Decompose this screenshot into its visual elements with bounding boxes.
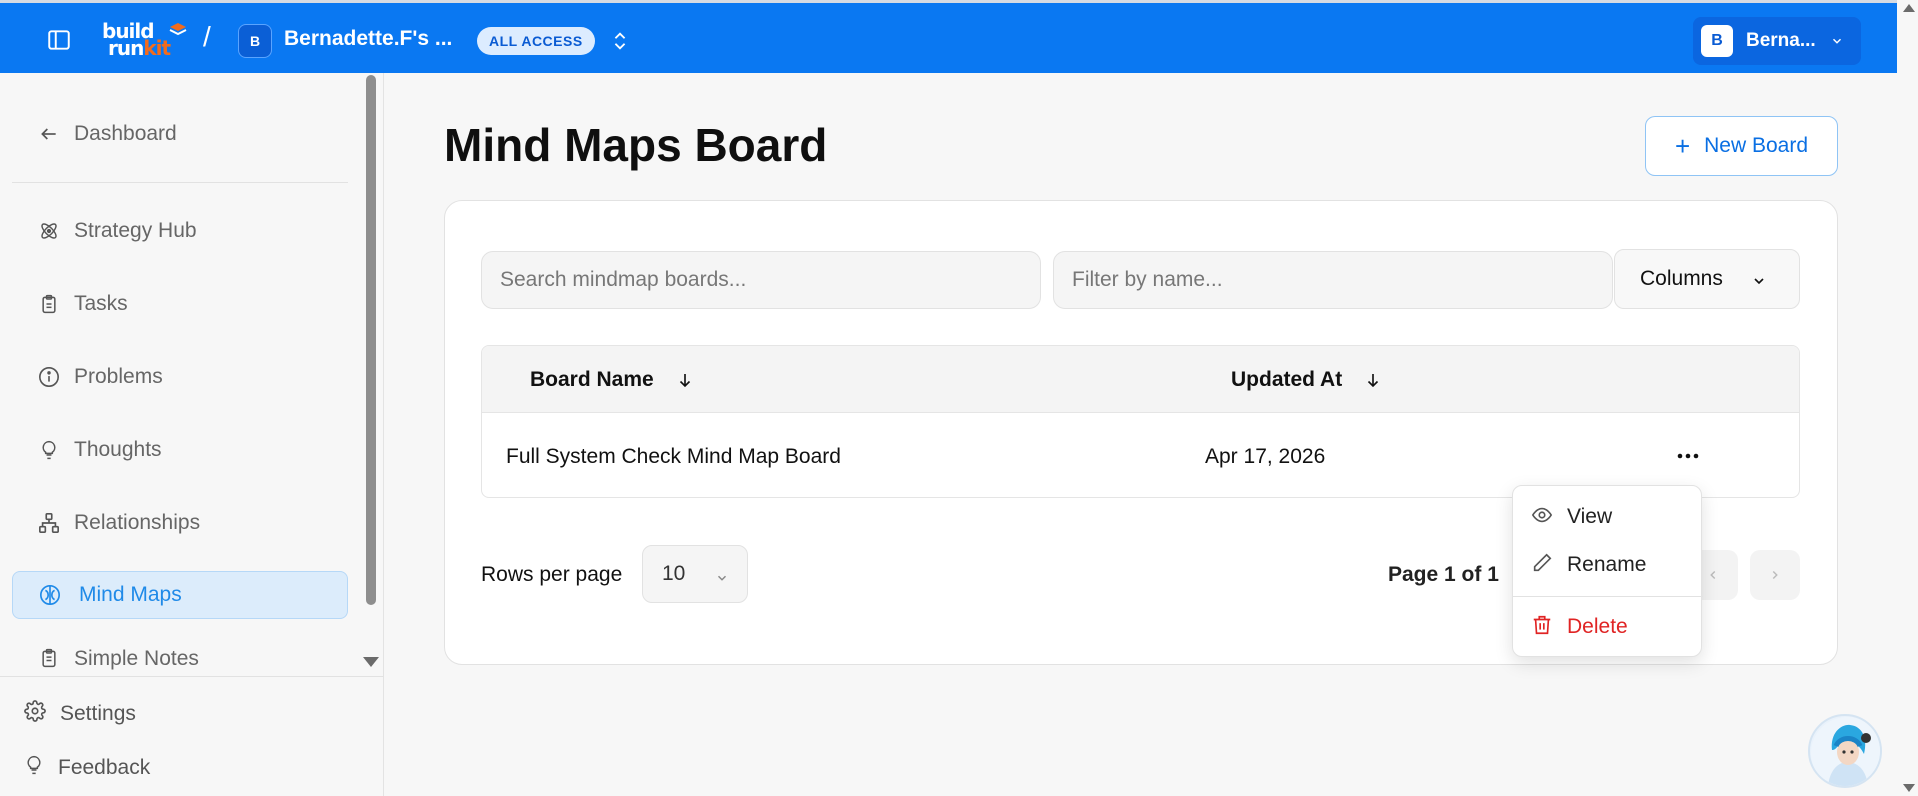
atom-icon [38, 220, 60, 242]
workspace-name[interactable]: Bernadette.F's ... [284, 27, 452, 51]
updated-at-cell: Apr 17, 2026 [1205, 445, 1326, 468]
arrow-left-icon [38, 123, 60, 145]
scroll-down-arrow-icon[interactable] [363, 657, 379, 667]
sidebar-item-label: Dashboard [74, 122, 177, 145]
buildrunkit-logo[interactable]: build runkit [102, 21, 188, 63]
filter-input[interactable] [1053, 251, 1613, 309]
sidebar-item-label: Relationships [74, 511, 201, 534]
scroll-down-arrow-icon[interactable] [1903, 784, 1915, 792]
sort-arrow-down-icon[interactable] [676, 370, 694, 390]
column-header-board-name[interactable]: Board Name [530, 368, 694, 392]
sidebar-settings[interactable]: Settings [24, 700, 136, 727]
sidebar-item-label: Thoughts [74, 438, 162, 461]
chevron-down-icon [1830, 34, 1844, 48]
feedback-label: Feedback [58, 755, 151, 779]
sidebar-item-label: Simple Notes [74, 647, 199, 670]
sidebar-item-label: Problems [74, 365, 163, 388]
new-board-button[interactable]: + New Board [1645, 116, 1838, 176]
sidebar-scrollbar-thumb[interactable] [366, 75, 376, 605]
top-navigation-bar: build runkit / B Bernadette.F's ... ALL … [0, 0, 1897, 73]
sidebar-feedback[interactable]: Feedback [24, 754, 150, 781]
lightbulb-icon [38, 439, 60, 461]
search-input[interactable] [481, 251, 1041, 309]
column-header-updated-at[interactable]: Updated At [1231, 368, 1382, 392]
gear-icon [24, 700, 46, 727]
rows-per-page-select[interactable]: 10 [642, 545, 748, 603]
new-board-label: New Board [1704, 134, 1809, 157]
page-info: Page 1 of 1 [1388, 563, 1499, 586]
chevron-down-icon [715, 567, 729, 581]
rows-per-page-value: 10 [662, 562, 686, 585]
row-actions-menu: View Rename Delete [1512, 485, 1703, 657]
columns-button[interactable]: Columns [1614, 249, 1800, 309]
sort-arrow-down-icon[interactable] [1364, 370, 1382, 390]
sidebar-item-dashboard[interactable]: Dashboard [12, 110, 348, 158]
sidebar-toggle-icon[interactable] [46, 27, 72, 53]
trash-icon [1531, 614, 1553, 641]
brain-icon [39, 584, 61, 606]
menu-item-delete[interactable]: Delete [1513, 604, 1703, 650]
row-actions-ellipsis-icon[interactable] [1669, 437, 1707, 475]
menu-item-rename[interactable]: Rename [1513, 542, 1703, 588]
columns-label: Columns [1640, 267, 1723, 290]
board-name-cell[interactable]: Full System Check Mind Map Board [506, 445, 841, 469]
sidebar-item-problems[interactable]: Problems [12, 353, 348, 401]
sidebar-divider [12, 182, 348, 183]
next-page-button[interactable] [1750, 550, 1800, 600]
rows-per-page-label: Rows per page [481, 563, 623, 586]
menu-separator [1513, 596, 1703, 597]
clipboard-icon [38, 293, 60, 315]
boards-table: Board Name Updated At Full System Check … [481, 345, 1800, 498]
sidebar-item-label: Strategy Hub [74, 219, 197, 242]
sidebar-item-mind-maps[interactable]: Mind Maps [12, 571, 348, 619]
settings-label: Settings [60, 701, 136, 725]
sidebar-item-strategy-hub[interactable]: Strategy Hub [12, 207, 348, 255]
assistant-avatar[interactable] [1808, 714, 1882, 788]
eye-icon [1531, 504, 1553, 531]
user-avatar: B [1701, 25, 1733, 57]
chevron-down-icon [1751, 271, 1767, 287]
sidebar-item-tasks[interactable]: Tasks [12, 280, 348, 328]
network-icon [38, 512, 60, 534]
sidebar-item-relationships[interactable]: Relationships [12, 499, 348, 547]
info-icon [38, 366, 60, 388]
menu-item-view[interactable]: View [1513, 494, 1703, 540]
lightbulb-icon [24, 754, 44, 781]
window-scrollbar[interactable] [1897, 0, 1918, 796]
page-title: Mind Maps Board [444, 119, 828, 171]
sidebar-item-label: Mind Maps [79, 583, 182, 606]
notes-icon [38, 647, 60, 669]
user-name: Berna... [1746, 30, 1816, 51]
workspace-switch-chevrons-icon[interactable] [609, 29, 631, 53]
pencil-icon [1531, 552, 1553, 579]
user-menu-button[interactable]: B Berna... [1693, 17, 1861, 65]
plus-icon: + [1674, 131, 1691, 161]
sidebar-item-simple-notes[interactable]: Simple Notes [12, 643, 348, 673]
sidebar-item-thoughts[interactable]: Thoughts [12, 426, 348, 474]
workspace-avatar[interactable]: B [238, 24, 272, 58]
access-badge: ALL ACCESS [477, 27, 595, 55]
sidebar-item-label: Tasks [74, 292, 128, 315]
sidebar-footer-divider [0, 676, 384, 677]
breadcrumb-separator: / [203, 21, 211, 52]
scroll-up-arrow-icon[interactable] [1903, 4, 1915, 12]
